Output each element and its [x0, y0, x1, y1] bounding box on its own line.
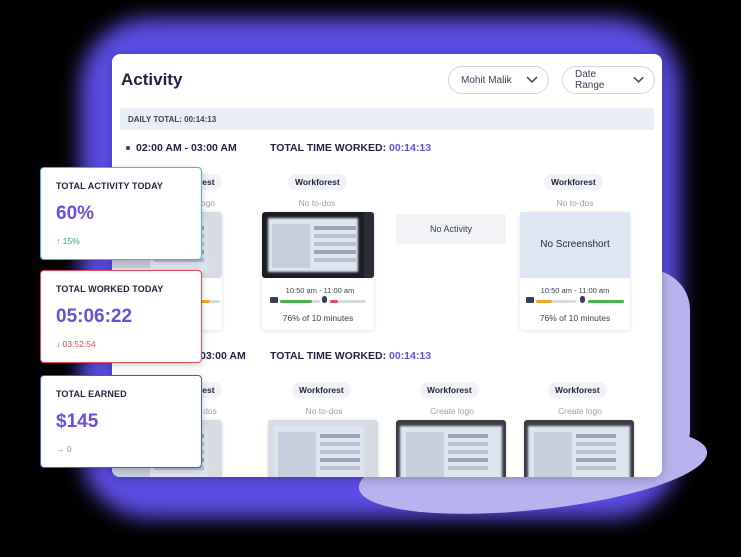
total-time-worked: TOTAL TIME WORKED: 00:14:13 — [270, 350, 432, 362]
time-range: 10:50 am - 11:00 am — [540, 286, 610, 295]
screenshot-thumbnail[interactable] — [268, 420, 378, 477]
mouse-icon — [580, 296, 585, 303]
total-time-worked: TOTAL TIME WORKED: 00:14:13 — [270, 142, 432, 154]
screenshot-thumbnail[interactable] — [396, 420, 506, 477]
mouse-icon — [322, 296, 327, 303]
keyboard-icon — [526, 297, 534, 303]
project-badge: Workforest — [548, 382, 607, 398]
stat-card-earned: TOTAL EARNED $145 → 0 — [40, 375, 202, 468]
chevron-down-icon — [633, 76, 644, 83]
screenshot-card[interactable] — [396, 420, 506, 477]
no-screenshot-placeholder: No Screenshort — [520, 212, 630, 278]
todo-label: No to-dos — [305, 406, 343, 416]
mouse-activity-bar — [588, 300, 624, 303]
screenshot-card[interactable]: 10:50 am - 11:00 am 76% of 10 minutes — [262, 212, 374, 330]
mouse-activity-bar — [330, 300, 338, 303]
keyboard-activity-empty — [312, 300, 320, 303]
screenshot-card[interactable]: No Screenshort 10:50 am - 11:00 am 76% o… — [520, 212, 630, 330]
project-badge: Workforest — [288, 174, 347, 190]
date-range-label: Date Range — [575, 69, 605, 91]
project-badge: Workforest — [420, 382, 479, 398]
stat-change: ↑ 15% — [56, 236, 80, 246]
keyboard-activity-bar — [536, 300, 552, 303]
stat-value: $145 — [56, 411, 99, 432]
stat-label: TOTAL ACTIVITY TODAY — [56, 181, 164, 191]
bullet-icon — [126, 146, 130, 151]
stat-label: TOTAL EARNED — [56, 389, 127, 399]
stat-change: ↓ 03:52:54 — [56, 339, 96, 349]
time-range: 10:50 am - 11:00 am — [285, 286, 355, 295]
stat-value: 05:06:22 — [56, 306, 133, 327]
stat-card-worked: TOTAL WORKED TODAY 05:06:22 ↓ 03:52:54 — [40, 270, 202, 363]
page-title: Activity — [121, 70, 183, 89]
activity-percent: 76% of 10 minutes — [282, 313, 354, 323]
no-activity-placeholder: No Activity — [396, 214, 506, 244]
activity-percent: 76% of 10 minutes — [539, 313, 611, 323]
keyboard-activity-empty — [552, 300, 576, 303]
screenshot-thumbnail[interactable] — [524, 420, 634, 477]
project-badge: Workforest — [544, 174, 603, 190]
chevron-down-icon — [526, 76, 538, 84]
keyboard-activity-bar — [280, 300, 312, 303]
stat-label: TOTAL WORKED TODAY — [56, 284, 164, 294]
time-slot-label: 02:00 AM - 03:00 AM — [126, 142, 237, 154]
todo-label: Create logo — [558, 406, 602, 416]
user-dropdown[interactable]: Mohit Malik — [448, 66, 549, 94]
stat-card-activity: TOTAL ACTIVITY TODAY 60% ↑ 15% — [40, 167, 202, 260]
todo-label: Create logo — [430, 406, 474, 416]
activity-bar-empty — [210, 300, 220, 303]
todo-label: No to-dos — [298, 198, 336, 208]
screenshot-thumbnail[interactable] — [262, 212, 374, 278]
screenshot-card[interactable] — [524, 420, 634, 477]
keyboard-icon — [270, 297, 278, 303]
project-badge: Workforest — [292, 382, 351, 398]
user-dropdown-label: Mohit Malik — [461, 74, 512, 86]
screenshot-card[interactable] — [268, 420, 378, 477]
stat-value: 60% — [56, 203, 95, 224]
stat-change: → 0 — [56, 444, 72, 454]
date-range-dropdown[interactable]: Date Range — [562, 66, 655, 94]
todo-label: No to-dos — [556, 198, 594, 208]
mouse-activity-empty — [338, 300, 366, 303]
daily-total: DAILY TOTAL: 00:14:13 — [120, 108, 654, 130]
time-slot-label: 03:00 AM — [200, 350, 246, 362]
